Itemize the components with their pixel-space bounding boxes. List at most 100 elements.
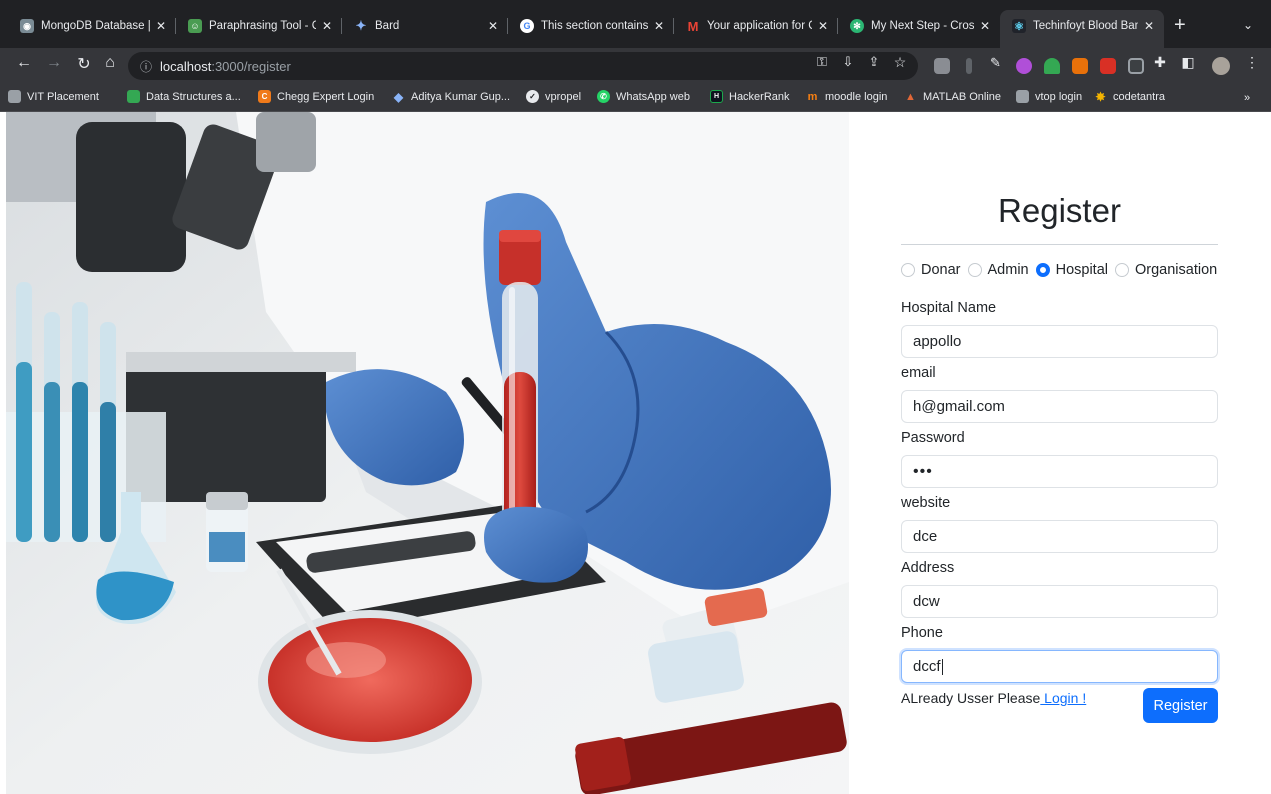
bookmarks-overflow-icon[interactable]: » [1244, 92, 1250, 104]
close-icon[interactable]: ✕ [818, 19, 828, 33]
website-input[interactable]: dce [901, 520, 1218, 553]
mongodb-icon: ◉ [20, 19, 34, 33]
next-step-icon: ✻ [850, 19, 864, 33]
side-panel-icon[interactable]: ◧ [1178, 54, 1198, 71]
bookmark-label: vpropel [545, 90, 582, 103]
extension-icon[interactable] [1072, 58, 1088, 74]
react-icon: ⚛ [1012, 19, 1026, 33]
tab-title: Techinfoyt Blood Ban [1033, 20, 1138, 32]
close-icon[interactable]: ✕ [156, 19, 166, 33]
bookmark-label: moodle login [825, 90, 888, 103]
tab-paraphrasing[interactable]: ☺ Paraphrasing Tool - C ✕ [176, 10, 342, 48]
login-link[interactable]: Login ! [1040, 690, 1086, 706]
extension-icon[interactable] [1016, 58, 1032, 74]
bookmark-label: Aditya Kumar Gup... [411, 90, 511, 103]
extension-icon[interactable] [1100, 58, 1116, 74]
moodle-icon: m [807, 90, 818, 103]
tab-title: MongoDB Database | [41, 20, 150, 32]
puzzle-extensions-icon[interactable]: ✚ [1150, 54, 1170, 71]
install-icon[interactable]: ⇩ [838, 54, 858, 70]
bookmark-star-icon[interactable]: ☆ [890, 54, 910, 71]
role-option-organisation[interactable]: Organisation [1115, 262, 1217, 278]
radio-button-checked[interactable] [1035, 263, 1050, 277]
bookmark-vpropel[interactable]: ✓ vpropel [526, 90, 581, 103]
password-input[interactable]: ••• [901, 455, 1218, 488]
address-bar[interactable]: ⓘ localhost:3000/register [128, 52, 918, 80]
bookmark-aditya[interactable]: ◆ Aditya Kumar Gup... [392, 89, 511, 104]
role-label: Hospital [1055, 262, 1108, 278]
input-value: ••• [913, 462, 933, 480]
extension-icon[interactable] [1044, 58, 1060, 74]
bookmark-label: Data Structures a... [146, 90, 241, 103]
email-input[interactable]: h@gmail.com [901, 390, 1218, 423]
close-icon[interactable]: ✕ [488, 19, 498, 33]
already-user-label: ALready Usser Please [901, 690, 1041, 706]
bookmark-moodle[interactable]: m moodle login [806, 90, 888, 103]
forward-arrow-icon[interactable]: → [44, 54, 64, 72]
input-value: appollo [913, 333, 962, 350]
role-option-admin[interactable]: Admin [967, 262, 1029, 278]
back-arrow-icon[interactable]: ← [14, 54, 34, 72]
close-icon[interactable]: ✕ [654, 19, 664, 33]
tab-title: My Next Step - Cross [871, 20, 974, 32]
phone-input[interactable]: dccf [901, 650, 1218, 683]
google-icon: G [520, 19, 534, 33]
register-button[interactable]: Register [1143, 688, 1218, 723]
bookmark-vtop[interactable]: vtop login [1016, 90, 1082, 103]
tab-mongodb[interactable]: ◉ MongoDB Database | ✕ [8, 10, 176, 48]
role-option-donar[interactable]: Donar [901, 262, 961, 278]
tab-google[interactable]: G This section contains ✕ [508, 10, 674, 48]
bookmark-chegg[interactable]: C Chegg Expert Login [258, 90, 374, 103]
radio-button[interactable] [901, 263, 915, 277]
tab-title: Bard [375, 20, 400, 32]
close-icon[interactable]: ✕ [322, 19, 332, 33]
tab-gmail[interactable]: M Your application for C ✕ [674, 10, 838, 48]
bookmark-vit-placement[interactable]: VIT Placement [8, 90, 99, 103]
tab-blood-bank-active[interactable]: ⚛ Techinfoyt Blood Ban ✕ [1000, 10, 1164, 48]
role-label: Organisation [1135, 262, 1218, 278]
share-icon[interactable]: ⇪ [864, 54, 884, 70]
profile-avatar[interactable] [1212, 57, 1230, 75]
bookmark-label: WhatsApp web [616, 90, 690, 103]
address-input[interactable]: dcw [901, 585, 1218, 618]
key-icon[interactable]: ⚿ [812, 54, 832, 70]
extension-icon[interactable] [1128, 58, 1144, 74]
gmail-icon: M [687, 18, 699, 34]
quillbot-icon: ☺ [188, 19, 202, 33]
radio-button[interactable] [967, 263, 982, 277]
already-user-text: ALready Usser Please Login ! [901, 690, 1086, 706]
radio-button[interactable] [1115, 263, 1129, 277]
password-label: Password [901, 430, 965, 446]
tab-bard[interactable]: ✦ Bard ✕ [342, 10, 508, 48]
phone-label: Phone [901, 625, 943, 641]
tab-search-chevron-icon[interactable]: ⌄ [1243, 18, 1253, 32]
tab-next-step[interactable]: ✻ My Next Step - Cross ✕ [838, 10, 1000, 48]
role-label: Donar [921, 262, 961, 278]
browser-tab-strip: ◉ MongoDB Database | ✕ ☺ Paraphrasing To… [0, 0, 1271, 48]
bookmark-whatsapp[interactable]: ✆ WhatsApp web [597, 90, 690, 103]
hackerrank-icon: H [710, 90, 723, 103]
bookmark-matlab[interactable]: ▲ MATLAB Online [904, 90, 1001, 103]
home-icon[interactable]: ⌂ [100, 54, 120, 72]
bookmark-codetantra[interactable]: ✸ codetantra [1094, 89, 1165, 104]
role-option-hospital[interactable]: Hospital [1035, 262, 1108, 278]
bookmark-hackerrank[interactable]: H HackerRank [710, 90, 790, 103]
bookmark-data-structures[interactable]: Data Structures a... [127, 90, 241, 103]
url-host: localhost [160, 58, 212, 74]
menu-kebab-icon[interactable]: ⋮ [1242, 54, 1262, 71]
close-icon[interactable]: ✕ [1144, 19, 1154, 33]
new-tab-button[interactable]: + [1174, 14, 1186, 37]
extension-icon[interactable] [966, 58, 972, 74]
chegg-icon: C [258, 90, 271, 103]
pen-extension-icon[interactable]: ✎ [990, 55, 1006, 71]
email-label: email [901, 365, 936, 381]
extension-icon[interactable] [934, 58, 950, 74]
codetantra-icon: ✸ [1095, 89, 1106, 104]
text-caret [941, 658, 943, 675]
diamond-icon: ◆ [393, 89, 404, 104]
site-info-icon[interactable]: ⓘ [140, 58, 152, 75]
ds-icon [127, 90, 140, 103]
reload-icon[interactable]: ↻ [74, 54, 94, 74]
close-icon[interactable]: ✕ [980, 19, 990, 33]
hospital-name-input[interactable]: appollo [901, 325, 1218, 358]
